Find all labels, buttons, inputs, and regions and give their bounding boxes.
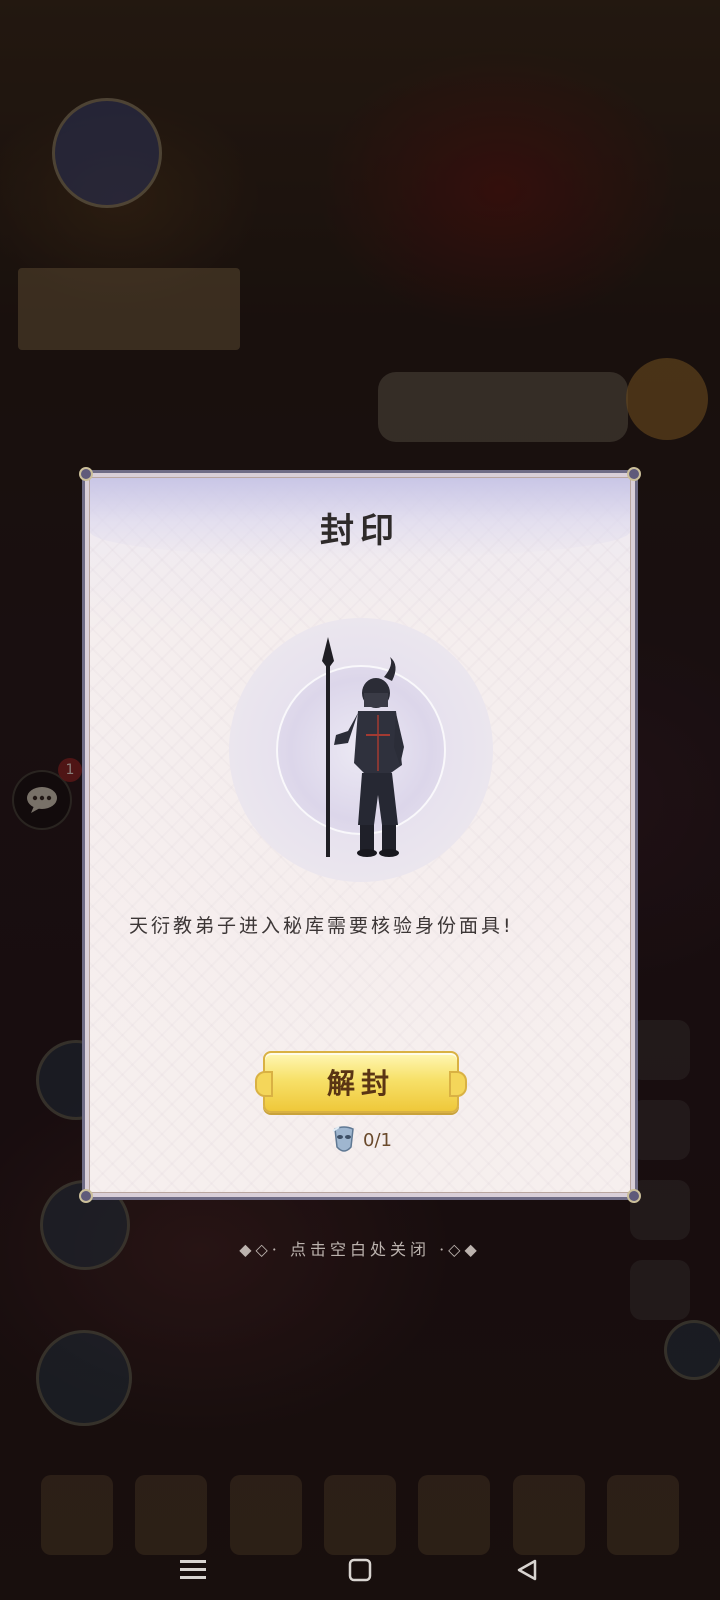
character-portrait-frame xyxy=(229,618,493,882)
corner-ornament xyxy=(79,1189,93,1203)
unseal-cost: 0/1 xyxy=(331,1125,392,1155)
corner-ornament xyxy=(627,1189,641,1203)
back-triangle-icon xyxy=(517,1559,536,1581)
close-hint[interactable]: ◆◇· 点击空白处关闭 ·◇◆ xyxy=(0,1236,720,1260)
menu-icon xyxy=(180,1560,207,1579)
home-button[interactable] xyxy=(340,1550,380,1590)
mask-icon xyxy=(332,1126,354,1152)
recent-apps-button[interactable] xyxy=(173,1550,213,1590)
dialog-title: 封印 xyxy=(320,511,400,551)
unseal-button[interactable]: 解封 xyxy=(255,1051,467,1113)
dialog-description: 天衍教弟子进入秘库需要核验身份面具! xyxy=(129,915,514,937)
home-square-icon xyxy=(348,1558,372,1582)
system-nav-bar xyxy=(0,1540,720,1600)
hint-ornament-right: ·◇◆ xyxy=(439,1240,481,1259)
guard-spearman-portrait xyxy=(322,637,404,857)
corner-ornament xyxy=(627,467,641,481)
corner-ornament xyxy=(79,467,93,481)
cost-count: 0/1 xyxy=(363,1129,392,1151)
hint-ornament-left: ◆◇· xyxy=(239,1240,281,1259)
close-hint-text: 点击空白处关闭 xyxy=(289,1240,430,1259)
seal-dialog: 封印 天衍教弟子进入秘库需要核验身份面具! 解封 0/1 xyxy=(79,467,641,1203)
back-button[interactable] xyxy=(507,1550,547,1590)
